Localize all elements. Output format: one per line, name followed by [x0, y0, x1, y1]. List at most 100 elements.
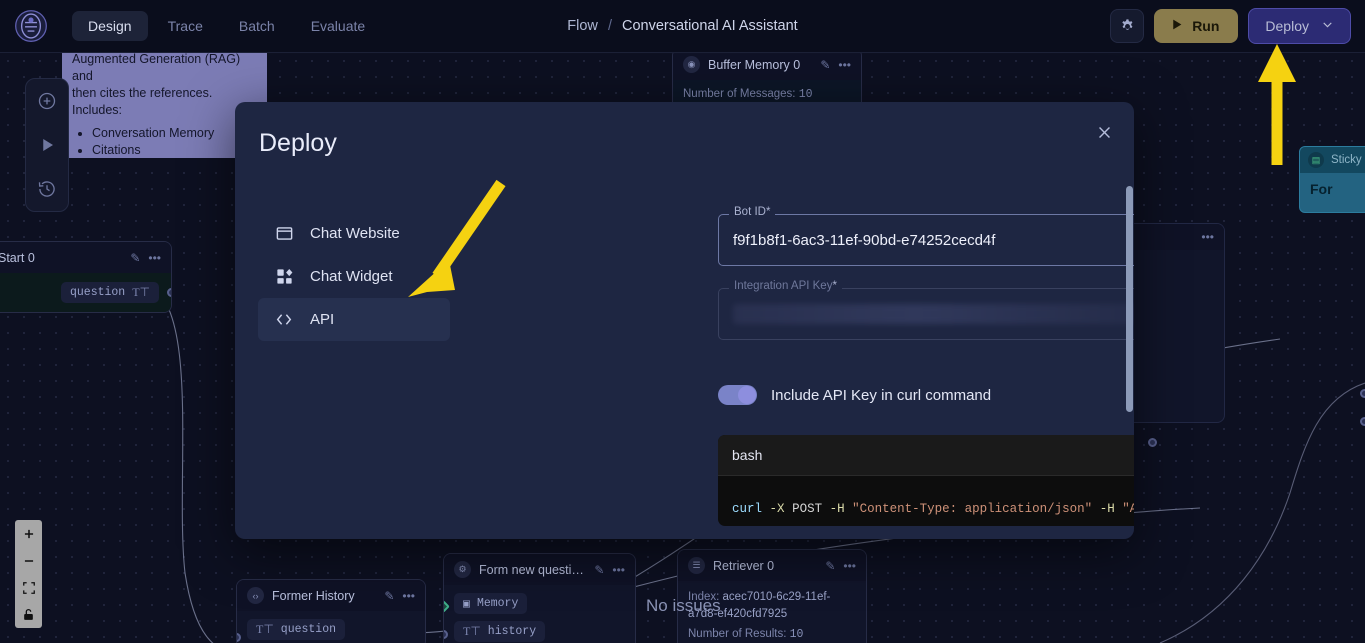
- node-row[interactable]: ▣ Memory: [454, 593, 528, 614]
- node-row[interactable]: question T⊤: [60, 282, 159, 303]
- api-config-form: Bot ID* f9f1b8f1-6ac3-11ef-90bd-e74252ce…: [718, 206, 1134, 526]
- nav-item-trace[interactable]: Trace: [152, 11, 219, 41]
- api-key-label: Integration API Key*: [729, 280, 842, 292]
- ellipsis-icon[interactable]: •••: [148, 252, 161, 264]
- node-buffer-memory[interactable]: ◉ Buffer Memory 0 ✎ ••• Number of Messag…: [672, 48, 862, 110]
- node-title: Start 0: [0, 250, 35, 265]
- run-flow-button[interactable]: [26, 123, 68, 167]
- chip-icon: ▣: [463, 598, 470, 611]
- history-button[interactable]: [26, 167, 68, 211]
- curl-code-block: bash Copy curl -X POST -H "Content-Type:…: [718, 435, 1134, 526]
- port-label: history: [487, 625, 537, 638]
- breadcrumb-separator: /: [607, 18, 612, 34]
- sticky-bullets: Conversation Memory Citations RAG Evalua…: [92, 125, 257, 159]
- sticky-line-3: Includes:: [72, 102, 123, 117]
- gear-circle-icon: ⚙: [454, 561, 471, 578]
- code-brackets-icon: ‹›: [247, 587, 264, 604]
- node-start[interactable]: ▶ Start 0 ✎ ••• question T⊤: [0, 241, 172, 313]
- port-label: question: [69, 286, 126, 299]
- ellipsis-icon[interactable]: •••: [612, 564, 625, 576]
- text-type-icon: T⊤: [463, 624, 481, 638]
- curl-flag-1: -X: [769, 502, 785, 516]
- deploy-button[interactable]: Deploy: [1248, 8, 1351, 44]
- node-header: ☰ Retriever 0 ✎ •••: [678, 550, 866, 581]
- curl-method: POST: [792, 502, 823, 516]
- breadcrumb-root[interactable]: Flow: [567, 18, 598, 34]
- node-title: Former History: [272, 588, 355, 603]
- nav-item-batch[interactable]: Batch: [223, 11, 291, 41]
- ellipsis-icon[interactable]: •••: [1201, 231, 1214, 243]
- node-title: Form new question based …: [479, 562, 586, 577]
- add-node-button[interactable]: [26, 79, 68, 123]
- node-former-history[interactable]: ‹› Former History ✎ ••• T⊤ question: [236, 579, 426, 643]
- sidebar-item-api[interactable]: API: [258, 298, 450, 341]
- pencil-icon[interactable]: ✎: [594, 564, 604, 576]
- code-content[interactable]: curl -X POST -H "Content-Type: applicati…: [718, 476, 1134, 526]
- canvas-zoom-controls[interactable]: [15, 520, 42, 628]
- lock-canvas-button[interactable]: [15, 601, 42, 628]
- ellipsis-icon[interactable]: •••: [843, 560, 856, 572]
- run-button[interactable]: Run: [1154, 9, 1239, 43]
- curl-flag-2: -H: [829, 502, 845, 516]
- sidebar-item-chat-widget[interactable]: Chat Widget: [258, 255, 450, 298]
- required-mark: *: [832, 280, 837, 292]
- sticky-teal-header: ▤ Sticky Not: [1300, 147, 1365, 173]
- sticky-bullet: Conversation Memory: [92, 125, 257, 142]
- curl-cmd: curl: [732, 502, 763, 516]
- required-mark: *: [765, 206, 771, 218]
- deploy-button-label: Deploy: [1265, 18, 1309, 34]
- node-title: Retriever 0: [713, 558, 775, 573]
- sticky-teal-title: Sticky Not: [1331, 154, 1365, 166]
- text-type-icon: T⊤: [132, 285, 150, 299]
- sticky-line-2: then cites the references.: [72, 85, 213, 100]
- mid-port[interactable]: [1148, 438, 1157, 447]
- sticky-note-form[interactable]: ▤ Sticky Not For: [1299, 146, 1365, 213]
- status-no-issues: No issues: [646, 596, 721, 615]
- sidebar-item-label: API: [310, 311, 335, 328]
- node-form-question[interactable]: ⚙ Form new question based … ✎ ••• ▣ Memo…: [443, 553, 636, 643]
- main-nav[interactable]: Design Trace Batch Evaluate: [72, 11, 381, 41]
- gear-icon[interactable]: [1110, 9, 1145, 43]
- bot-id-field: Bot ID* f9f1b8f1-6ac3-11ef-90bd-e74252ce…: [718, 206, 1134, 266]
- nav-item-design[interactable]: Design: [72, 11, 148, 41]
- modal-scrollbar[interactable]: [1126, 186, 1133, 412]
- bot-id-value: f9f1b8f1-6ac3-11ef-90bd-e74252cecd4f: [733, 231, 996, 249]
- toggle-knob: [738, 386, 756, 404]
- window-icon: [274, 224, 294, 243]
- pencil-icon[interactable]: ✎: [825, 560, 835, 572]
- play-icon: [1170, 18, 1183, 34]
- api-key-input[interactable]: [718, 288, 1134, 340]
- nav-item-evaluate[interactable]: Evaluate: [295, 11, 381, 41]
- deploy-target-list[interactable]: Chat Website Chat Widget API: [258, 212, 450, 341]
- node-body: question T⊤: [0, 273, 171, 312]
- pencil-icon[interactable]: ✎: [130, 252, 140, 264]
- app-header: Design Trace Batch Evaluate Flow / Conve…: [0, 0, 1365, 53]
- zoom-in-button[interactable]: [15, 520, 42, 547]
- right-port-2[interactable]: [1360, 417, 1365, 426]
- ellipsis-icon[interactable]: •••: [838, 59, 851, 71]
- note-icon: ▤: [1308, 152, 1324, 168]
- field-value: 10: [798, 88, 813, 101]
- include-api-key-toggle[interactable]: [718, 385, 757, 405]
- sticky-teal-body: For: [1310, 181, 1333, 197]
- bot-id-input[interactable]: f9f1b8f1-6ac3-11ef-90bd-e74252cecd4f: [718, 214, 1134, 266]
- api-key-masked-value: [733, 304, 1134, 324]
- pencil-icon[interactable]: ✎: [384, 590, 394, 602]
- node-row[interactable]: T⊤ question: [247, 619, 346, 640]
- output-port[interactable]: [167, 288, 171, 297]
- pencil-icon[interactable]: ✎: [820, 59, 830, 71]
- widget-icon: [274, 267, 294, 286]
- port-label: Memory: [476, 597, 519, 610]
- node-row[interactable]: T⊤ history: [454, 621, 546, 642]
- right-port-1[interactable]: [1360, 389, 1365, 398]
- app-logo-icon[interactable]: [14, 9, 48, 43]
- close-icon[interactable]: [1088, 116, 1120, 148]
- canvas-toolbar[interactable]: [25, 78, 69, 212]
- sidebar-item-chat-website[interactable]: Chat Website: [258, 212, 450, 255]
- node-header: ◉ Buffer Memory 0 ✎ •••: [673, 49, 861, 80]
- ellipsis-icon[interactable]: •••: [402, 590, 415, 602]
- field-label: Number of Messages:: [683, 88, 796, 100]
- curl-header-1: "Content-Type: application/json": [852, 502, 1093, 516]
- zoom-out-button[interactable]: [15, 547, 42, 574]
- fit-view-button[interactable]: [15, 574, 42, 601]
